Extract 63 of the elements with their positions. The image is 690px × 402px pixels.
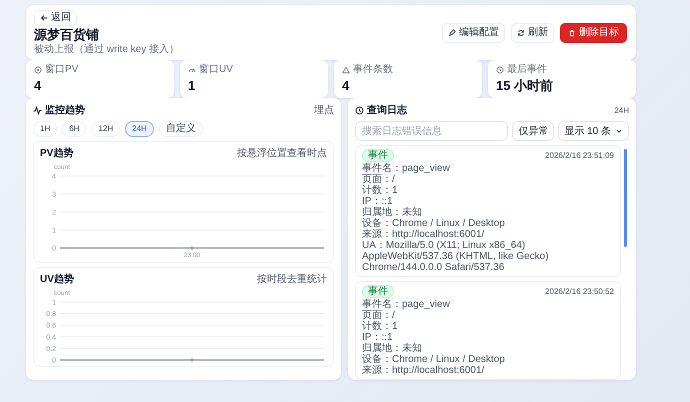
target-icon bbox=[34, 66, 42, 74]
log-field: 归属地：未知 bbox=[362, 207, 614, 218]
log-field: 设备：Chrome / Linux / Desktop bbox=[362, 218, 614, 229]
log-field: 事件名：page_view bbox=[362, 163, 614, 174]
log-field: 事件名：page_view bbox=[362, 299, 614, 310]
triangle-icon bbox=[342, 66, 350, 74]
clock-icon bbox=[496, 66, 504, 74]
stat-label: 最后事件 bbox=[507, 64, 547, 76]
delete-target-button[interactable]: 删除目标 bbox=[560, 23, 627, 43]
stat-label: 窗口PV bbox=[45, 64, 78, 76]
log-time: 2026/2/16 23:51:09 bbox=[545, 151, 614, 160]
time-range-tab[interactable]: 1H bbox=[33, 121, 58, 137]
edit-config-button[interactable]: 编辑配置 bbox=[442, 23, 505, 43]
time-range-tab[interactable]: 6H bbox=[62, 121, 86, 137]
chart-hint: 按时段去重统计 bbox=[257, 272, 327, 286]
stat-value: 4 bbox=[342, 78, 350, 94]
log-field: IP：::1 bbox=[362, 332, 614, 343]
stat-label: 窗口UV bbox=[199, 64, 233, 76]
scrollbar-thumb[interactable] bbox=[624, 149, 627, 247]
stat-label: 事件条数 bbox=[353, 64, 393, 76]
refresh-button[interactable]: 刷新 bbox=[511, 23, 554, 43]
page-title: 源梦百货铺 bbox=[34, 27, 99, 43]
log-field: 计数：1 bbox=[362, 321, 614, 332]
chart-title: UV趋势 bbox=[40, 272, 74, 286]
log-field: 设备：Chrome / Linux / Desktop bbox=[362, 354, 614, 365]
log-field: 来源：http://localhost:6001/ bbox=[362, 365, 614, 376]
log-field: 计数：1 bbox=[362, 185, 614, 196]
search-field[interactable]: 搜索日志错误信息 bbox=[355, 121, 508, 141]
chart-title: PV趋势 bbox=[40, 146, 74, 160]
log-field: UA：Mozilla/5.0 (X11; Linux x86_64) AppleWebKit/537.36 (KHTML, like Gecko) Chrome/144.0.0.0 Safari/537.36 bbox=[362, 240, 614, 273]
chevron-down-icon bbox=[615, 127, 623, 135]
clock-icon bbox=[355, 106, 364, 114]
time-range-label: 24H bbox=[614, 106, 629, 114]
tracking-link[interactable]: 埋点 bbox=[314, 103, 334, 117]
stat-value: 15 小时前 bbox=[496, 78, 554, 94]
back-button[interactable]: 返回 bbox=[34, 10, 77, 26]
chart-hint: 按悬浮位置查看时点 bbox=[237, 146, 327, 160]
time-range-tab[interactable]: 12H bbox=[91, 121, 120, 137]
time-range-tab[interactable]: 自定义 bbox=[158, 121, 203, 137]
stat-value: 1 bbox=[188, 78, 196, 94]
log-field: IP：::1 bbox=[362, 196, 614, 207]
data-point bbox=[190, 358, 194, 362]
refresh-icon bbox=[517, 29, 525, 37]
log-time: 2026/2/16 23:50:52 bbox=[545, 287, 614, 296]
event-tag: 事件 bbox=[362, 149, 394, 162]
arrow-left-icon bbox=[40, 14, 48, 22]
gauge-icon bbox=[188, 66, 196, 74]
event-tag: 事件 bbox=[362, 285, 394, 298]
page-size-select[interactable]: 显示 10 条 bbox=[558, 121, 629, 141]
pencil-icon bbox=[448, 29, 456, 37]
panel-title: 查询日志 bbox=[367, 104, 407, 117]
trash-icon bbox=[568, 29, 576, 37]
panel-title: 监控趋势 bbox=[45, 104, 85, 117]
data-point bbox=[190, 246, 194, 250]
log-field: 页面：/ bbox=[362, 174, 614, 185]
stat-value: 4 bbox=[34, 78, 42, 94]
errors-only-button[interactable]: 仅异常 bbox=[512, 121, 554, 141]
time-range-tab[interactable]: 24H bbox=[125, 121, 154, 137]
page-subtitle: 被动上报（通过 write key 接入） bbox=[34, 44, 180, 56]
log-field: 归属地：未知 bbox=[362, 343, 614, 354]
log-field: 来源：http://localhost:6001/ bbox=[362, 229, 614, 240]
pulse-icon bbox=[33, 106, 42, 114]
log-field: 页面：/ bbox=[362, 310, 614, 321]
